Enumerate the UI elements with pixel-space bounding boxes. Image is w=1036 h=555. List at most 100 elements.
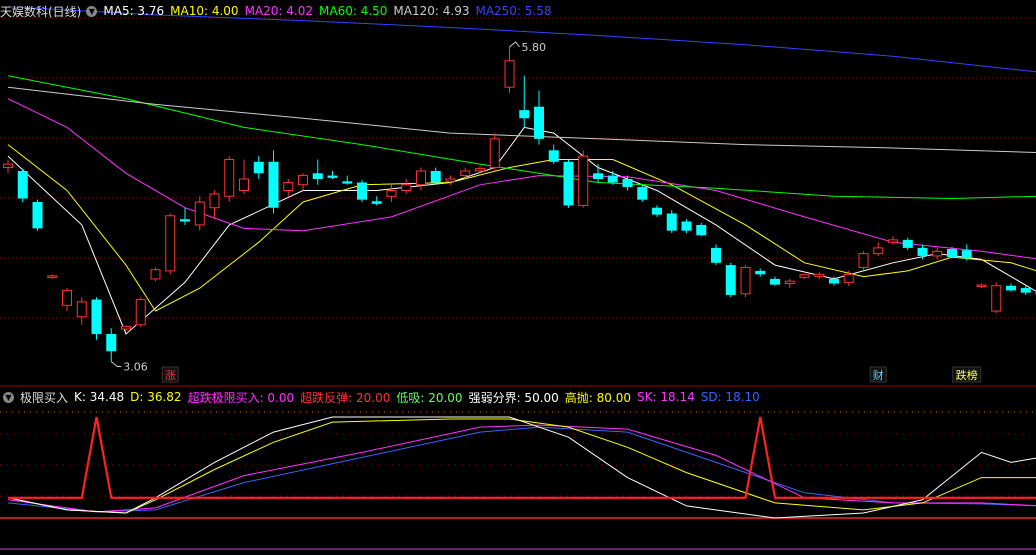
ma60-line: [7, 75, 1036, 200]
candle-body: [902, 239, 913, 248]
ma10-label: MA10: 4.00: [170, 4, 239, 18]
sd-line: [7, 426, 1036, 513]
candle-body: [460, 170, 471, 177]
low-label: 3.06: [123, 361, 148, 374]
candle-body: [239, 178, 249, 192]
chevron-down-icon[interactable]: ▼: [3, 391, 14, 403]
candle-body: [76, 301, 87, 318]
candle-body: [873, 247, 884, 255]
ma20-line: [7, 98, 1036, 260]
candle-body: [47, 275, 58, 278]
candle-body: [209, 193, 220, 209]
high-pointer: [509, 41, 520, 48]
candle-body: [445, 178, 456, 182]
candle-body: [1006, 285, 1016, 291]
candle-body: [666, 213, 677, 231]
candle-body: [298, 175, 308, 186]
candle-body: [489, 138, 500, 169]
candle-body: [106, 334, 117, 352]
chevron-down-icon[interactable]: ▼: [86, 5, 98, 17]
d-label: D: 36.82: [130, 390, 182, 404]
ma250-label: MA250: 5.58: [475, 4, 552, 18]
candle-body: [961, 250, 972, 259]
candle-body: [593, 173, 603, 180]
ma5-line: [7, 126, 1036, 335]
buy_line-line: [8, 416, 1036, 499]
candle-body: [725, 265, 736, 295]
candle-body: [342, 181, 353, 184]
candle-body: [681, 221, 692, 231]
candle-body: [888, 239, 898, 243]
candle-body: [150, 269, 161, 280]
candle-body: [784, 280, 795, 284]
candle-body: [357, 182, 367, 200]
candle-body: [563, 161, 574, 206]
candle-body: [755, 270, 766, 275]
candle-body: [637, 187, 648, 200]
candle-body: [858, 253, 869, 268]
ma120-label: MA120: 4.93: [393, 4, 470, 18]
candle-body: [91, 299, 102, 334]
candle-body: [194, 201, 205, 226]
main-header: 天娱数科(日线) ▼ MA5: 3.76 MA10: 4.00 MA20: 4.…: [0, 2, 558, 20]
candle-body: [504, 60, 515, 88]
ma60-label: MA60: 4.50: [319, 4, 388, 18]
candle-body: [312, 173, 323, 180]
event-marker-1: 财: [873, 368, 884, 382]
stock-chart[interactable]: 5.80 3.06 涨 财 跌榜: [0, 0, 1036, 555]
candle-body: [976, 284, 987, 288]
candle-body: [696, 224, 707, 236]
candle-body: [770, 278, 780, 285]
candle-body: [268, 161, 279, 208]
candle-body: [283, 181, 294, 192]
candle-body: [917, 247, 928, 256]
stock-title: 天娱数科(日线): [0, 4, 82, 19]
candle-body: [17, 170, 28, 199]
event-marker-0: 涨: [165, 369, 176, 382]
candle-body: [416, 170, 426, 186]
candle-body: [534, 106, 544, 139]
sub-title: 极限买入: [20, 390, 69, 405]
ma10-line: [7, 144, 1036, 312]
candle-body: [652, 207, 662, 215]
candle-body: [475, 168, 485, 172]
candle-body: [327, 175, 338, 178]
high-label: 5.80: [522, 41, 547, 54]
rebound-label: 超跌反弹: 20.00: [300, 390, 391, 405]
ma120-line: [7, 86, 1036, 153]
candle-body: [548, 150, 559, 162]
ma20-label: MA20: 4.02: [244, 4, 313, 18]
sub-header: ▼ 极限买入 K: 34.48 D: 36.82 超跌极限买入: 0.00 超跌…: [0, 388, 766, 406]
candle-body: [578, 155, 589, 206]
divide-label: 强弱分界: 50.00: [468, 390, 559, 405]
candle-body: [224, 159, 235, 197]
candle-body: [991, 285, 1002, 312]
candle-body: [740, 266, 751, 295]
event-marker-2: 跌榜: [956, 368, 978, 382]
candle-body: [135, 299, 146, 326]
candle-body: [711, 247, 721, 263]
limit-buy-label: 超跌极限买入: 0.00: [187, 390, 295, 405]
sd-label: SD: 18.10: [700, 390, 760, 404]
k-label: K: 34.48: [74, 390, 125, 404]
candle-body: [401, 184, 412, 191]
candle-body: [253, 161, 264, 174]
candle-body: [622, 179, 633, 188]
candle-body: [932, 250, 943, 257]
candle-body: [829, 278, 839, 284]
candle-body: [371, 201, 382, 204]
low-buy-label: 低吸: 20.00: [396, 390, 463, 405]
high-sell-label: 高抛: 80.00: [564, 390, 632, 405]
candle-body: [607, 175, 618, 183]
candle-body: [843, 273, 854, 283]
candle-body: [799, 274, 810, 278]
candle-body: [32, 201, 43, 229]
candle-body: [1020, 288, 1031, 293]
candle-body: [947, 249, 957, 258]
candle-body: [386, 190, 397, 197]
candle-body: [180, 219, 190, 222]
candle-body: [3, 163, 13, 169]
candle-body: [62, 289, 72, 306]
candle-body: [430, 170, 441, 183]
low-pointer: [110, 361, 122, 368]
